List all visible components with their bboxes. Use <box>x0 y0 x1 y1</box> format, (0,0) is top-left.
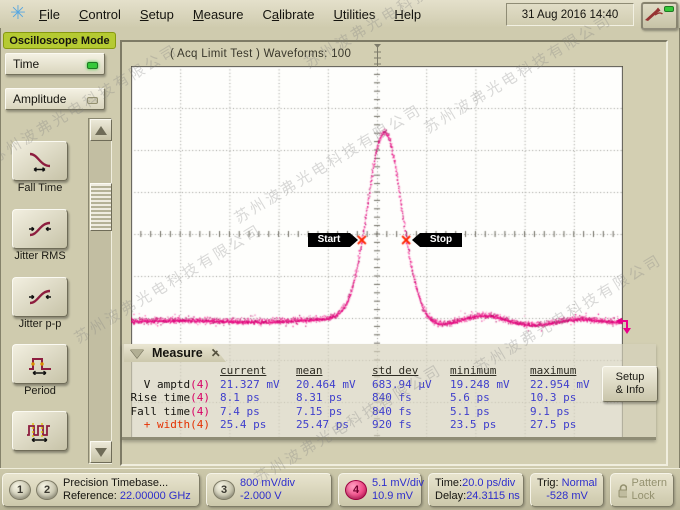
start-marker-flag[interactable]: Start <box>308 233 350 247</box>
row-label-v-amptd: V amptd(4) <box>128 378 220 392</box>
scroll-up-button[interactable] <box>90 119 112 141</box>
chevron-up-icon <box>95 126 107 135</box>
period-label: Period <box>0 385 80 397</box>
row-label-fall-time: Fall time(4) <box>128 405 220 419</box>
menu-bar: ✳ File Control Setup Measure Calibrate U… <box>0 0 680 28</box>
oscilloscope-mode-label: Oscilloscope Mode <box>3 32 116 49</box>
timebase-line1: Precision Timebase... <box>63 477 191 490</box>
cell-value: 9.1 ps <box>530 405 608 419</box>
touchscreen-button[interactable] <box>641 2 678 30</box>
jitter-rms-label: Jitter RMS <box>0 250 80 262</box>
amplitude-led <box>87 97 98 104</box>
row-label-rise-time: Rise time(4) <box>128 391 220 405</box>
cell-value: 20.464 mV <box>296 378 372 392</box>
trigger-status-panel[interactable]: Trig: Normal -528 mV <box>530 473 604 507</box>
scroll-down-button[interactable] <box>90 441 112 463</box>
channel-4-button[interactable]: 4 <box>345 480 367 500</box>
menu-calibrate[interactable]: Calibrate <box>262 7 314 22</box>
fall-time-icon <box>27 150 53 172</box>
setup-info-button[interactable]: Setup & Info <box>602 366 658 402</box>
fall-time-label: Fall Time <box>0 182 80 194</box>
col-header-std-dev: std dev <box>372 364 450 378</box>
measure-dropdown-icon[interactable] <box>130 349 144 358</box>
cell-value: 7.4 ps <box>220 405 296 419</box>
menu-control[interactable]: Control <box>79 7 121 22</box>
horizontal-status-panel[interactable]: Time:20.0 ps/div Delay:24.3115 ns <box>428 473 524 507</box>
menu-help[interactable]: Help <box>394 7 421 22</box>
cell-value: 7.15 ps <box>296 405 372 419</box>
cell-value: 21.327 mV <box>220 378 296 392</box>
scroll-thumb[interactable] <box>90 183 112 231</box>
chevron-down-icon <box>95 448 107 457</box>
row-label-plus-width: + width(4) <box>128 418 220 432</box>
measure-panel: Measure ✕ current mean std dev minimum m… <box>122 344 656 440</box>
pattern-waveform-icon <box>26 420 54 442</box>
cell-value: 23.5 ps <box>450 418 530 432</box>
time-led <box>87 62 98 69</box>
fall-time-button[interactable] <box>12 141 68 181</box>
channel-2-button[interactable]: 2 <box>36 480 58 500</box>
cell-value: 27.5 ps <box>530 418 608 432</box>
pointing-hand-icon <box>643 4 665 21</box>
cell-value: 840 fs <box>372 405 450 419</box>
acquisition-status-text: ( Acq Limit Test ) Waveforms: 100 <box>170 48 351 60</box>
cell-value: 5.6 ps <box>450 391 530 405</box>
menu-file[interactable]: File <box>39 7 60 22</box>
measure-table: current mean std dev minimum maximum V a… <box>128 364 608 432</box>
channel-1-button[interactable]: 1 <box>9 480 31 500</box>
measure-tab-label: Measure <box>152 346 203 360</box>
pattern-lock-button[interactable]: Pattern Lock <box>610 473 674 507</box>
period-button[interactable] <box>12 344 68 384</box>
cell-value: 8.1 ps <box>220 391 296 405</box>
trigger-position-marker <box>371 44 384 67</box>
menu-utilities[interactable]: Utilities <box>334 7 376 22</box>
cell-value: 5.1 ps <box>450 405 530 419</box>
menu-setup[interactable]: Setup <box>140 7 174 22</box>
brand-spark-icon: ✳ <box>7 3 29 25</box>
cell-value: 10.3 ps <box>530 391 608 405</box>
period-icon <box>27 353 53 375</box>
oscilloscope-screen: ✳ File Control Setup Measure Calibrate U… <box>0 0 680 510</box>
measure-tab[interactable]: Measure ✕ <box>124 344 226 362</box>
cell-value: 683.94 µV <box>372 378 450 392</box>
menu-measure[interactable]: Measure <box>193 7 244 22</box>
timebase-status-panel[interactable]: 1 2 Precision Timebase... Reference: 22.… <box>2 473 200 507</box>
status-bar: 1 2 Precision Timebase... Reference: 22.… <box>0 468 680 510</box>
channel-4-status-panel[interactable]: 4 5.1 mV/div 10.9 mV <box>338 473 422 507</box>
jitter-pp-icon <box>27 286 53 308</box>
stop-marker-flag[interactable]: Stop <box>420 233 462 247</box>
cell-value: 8.31 ps <box>296 391 372 405</box>
col-header-mean: mean <box>296 364 372 378</box>
sidebar-scrollbar <box>88 118 112 464</box>
jitter-pp-label: Jitter p-p <box>0 318 80 330</box>
timebase-line2: Reference: 22.00000 GHz <box>63 490 191 503</box>
channel-3-button[interactable]: 3 <box>213 480 235 500</box>
channel-ground-marker-icon[interactable] <box>615 316 633 335</box>
cell-value: 840 fs <box>372 391 450 405</box>
cell-value: 22.954 mV <box>530 378 608 392</box>
unit-interval-button[interactable] <box>12 411 68 451</box>
jitter-pp-button[interactable] <box>12 277 68 317</box>
cell-value: 25.4 ps <box>220 418 296 432</box>
touchscreen-led <box>664 6 674 12</box>
cell-value: 25.47 ps <box>296 418 372 432</box>
channel-3-status-panel[interactable]: 3 800 mV/div -2.000 V <box>206 473 332 507</box>
lock-icon <box>617 483 627 498</box>
col-header-current: current <box>220 364 296 378</box>
col-header-minimum: minimum <box>450 364 530 378</box>
measure-close-icon[interactable]: ✕ <box>211 346 221 360</box>
col-header-maximum: maximum <box>530 364 608 378</box>
jitter-rms-button[interactable] <box>12 209 68 249</box>
jitter-rms-icon <box>27 218 53 240</box>
cell-value: 920 fs <box>372 418 450 432</box>
amplitude-dropdown[interactable]: Amplitude <box>5 88 105 110</box>
time-dropdown[interactable]: Time <box>5 53 105 75</box>
datetime-display: 31 Aug 2016 14:40 <box>506 3 634 26</box>
cell-value: 19.248 mV <box>450 378 530 392</box>
